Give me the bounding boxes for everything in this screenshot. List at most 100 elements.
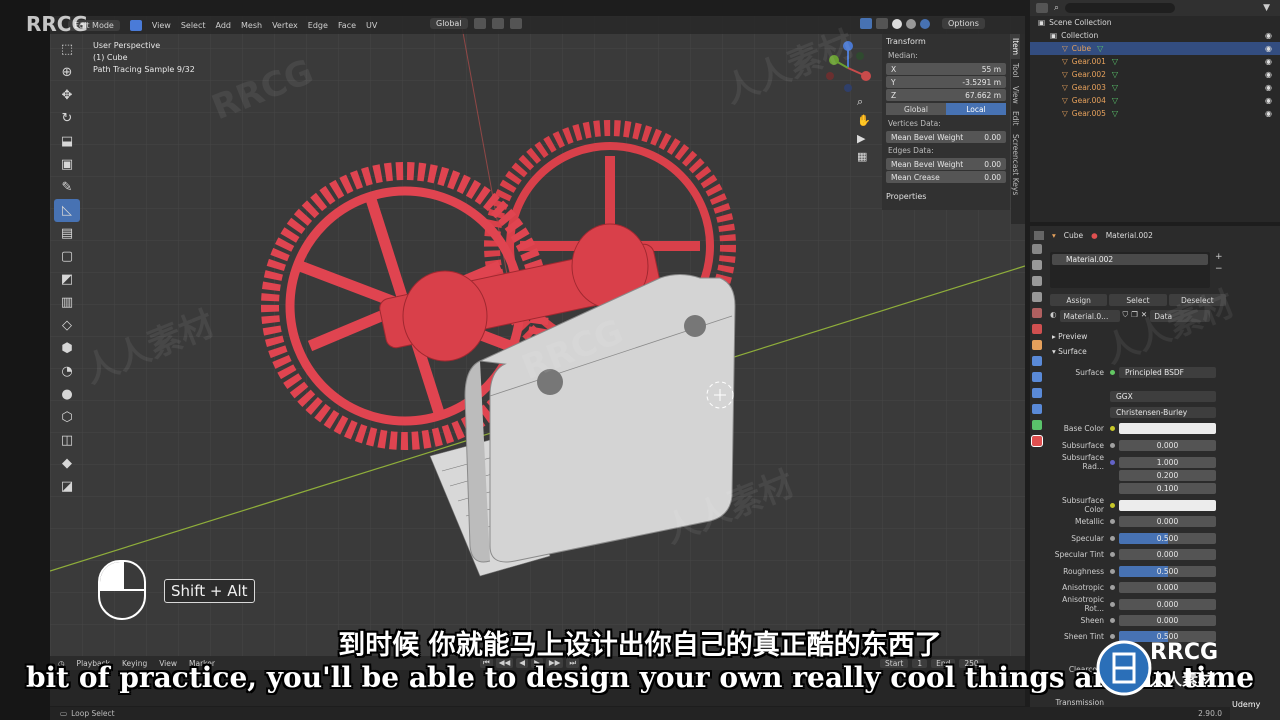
material-slot[interactable]: Material.002 bbox=[1052, 254, 1208, 265]
socket-dot-icon[interactable] bbox=[1110, 502, 1115, 508]
knife-icon[interactable]: ◇ bbox=[54, 314, 80, 337]
solid-shading-icon[interactable] bbox=[892, 18, 902, 29]
outliner-row[interactable]: ▽ Cube ▽ ◉ bbox=[1030, 42, 1280, 55]
tool-tab-icon[interactable] bbox=[1032, 244, 1042, 254]
value-slider[interactable]: 0.000 bbox=[1119, 548, 1216, 560]
inset-icon[interactable]: ▢ bbox=[54, 245, 80, 268]
material-browse-icon[interactable]: ◐ bbox=[1050, 310, 1057, 322]
material-tab-icon[interactable] bbox=[1031, 435, 1043, 447]
shear-icon[interactable]: ◆ bbox=[54, 452, 80, 475]
physics-tab-icon[interactable] bbox=[1032, 388, 1042, 398]
local-toggle[interactable]: Local bbox=[946, 103, 1006, 115]
value-slider[interactable]: 0.500 bbox=[1119, 532, 1216, 544]
measure-icon[interactable]: ◺ bbox=[54, 199, 80, 222]
proportional-edit-icon[interactable] bbox=[509, 18, 522, 29]
menu-add[interactable]: Add bbox=[216, 21, 232, 30]
transform-section-header[interactable]: Transform bbox=[882, 34, 1010, 49]
outliner-row[interactable]: ▽ Gear.004 ▽ ◉ bbox=[1030, 94, 1280, 107]
outliner-search-input[interactable] bbox=[1065, 3, 1176, 13]
outliner-row[interactable]: ▣ Collection ◉ bbox=[1030, 29, 1280, 42]
median-z-field[interactable]: Z 67.662 m bbox=[886, 89, 1006, 101]
overlays-icon[interactable] bbox=[860, 18, 872, 29]
vertex-select-mode-icon[interactable] bbox=[129, 19, 142, 31]
render-tab-icon[interactable] bbox=[1032, 260, 1042, 270]
visibility-eye-icon[interactable]: ◉ bbox=[1265, 57, 1272, 66]
tab-edit[interactable]: Edit bbox=[1011, 107, 1020, 130]
snap-icon[interactable] bbox=[491, 18, 504, 29]
xray-icon[interactable] bbox=[876, 18, 888, 29]
camera-icon[interactable]: ▶ bbox=[857, 132, 871, 145]
socket-dot-icon[interactable] bbox=[1110, 568, 1115, 574]
particles-tab-icon[interactable] bbox=[1032, 372, 1042, 382]
median-x-field[interactable]: X 55 m bbox=[886, 63, 1006, 75]
surface-shader-dropdown[interactable]: Principled BSDF bbox=[1119, 366, 1216, 378]
visibility-eye-icon[interactable]: ◉ bbox=[1265, 96, 1272, 105]
smooth-icon[interactable]: ● bbox=[54, 383, 80, 406]
rotate-icon[interactable]: ↻ bbox=[54, 107, 80, 130]
socket-dot-icon[interactable] bbox=[1110, 535, 1115, 541]
spin-icon[interactable]: ◔ bbox=[54, 360, 80, 383]
modifier-tab-icon[interactable] bbox=[1032, 356, 1042, 366]
menu-select[interactable]: Select bbox=[181, 21, 206, 30]
distribution-dropdown[interactable]: GGX bbox=[1110, 390, 1216, 402]
shrink-icon[interactable]: ◫ bbox=[54, 429, 80, 452]
visibility-eye-icon[interactable]: ◉ bbox=[1265, 83, 1272, 92]
outliner-row[interactable]: ▽ Gear.003 ▽ ◉ bbox=[1030, 81, 1280, 94]
select-icon[interactable]: ⬚ bbox=[54, 38, 80, 61]
annotate-icon[interactable]: ✎ bbox=[54, 176, 80, 199]
tab-item[interactable]: Item bbox=[1011, 34, 1020, 60]
visibility-eye-icon[interactable]: ◉ bbox=[1265, 31, 1272, 40]
menu-mesh[interactable]: Mesh bbox=[241, 21, 262, 30]
edge-mean-bevel-field[interactable]: Mean Bevel Weight 0.00 bbox=[886, 158, 1006, 170]
socket-dot-icon[interactable] bbox=[1110, 425, 1115, 431]
filter-icon[interactable]: ▼ bbox=[1263, 3, 1270, 13]
properties-section-header[interactable]: Properties bbox=[882, 189, 1010, 204]
socket-dot-icon[interactable] bbox=[1110, 584, 1115, 590]
pan-hand-icon[interactable]: ✋ bbox=[857, 114, 871, 127]
menu-face[interactable]: Face bbox=[338, 21, 356, 30]
outliner-row[interactable]: ▽ Gear.001 ▽ ◉ bbox=[1030, 55, 1280, 68]
socket-dot-icon[interactable] bbox=[1110, 459, 1115, 465]
output-tab-icon[interactable] bbox=[1032, 276, 1042, 286]
tab-view[interactable]: View bbox=[1011, 82, 1020, 108]
mean-crease-field[interactable]: Mean Crease 0.00 bbox=[886, 171, 1006, 183]
socket-dot-icon[interactable] bbox=[1110, 518, 1115, 524]
socket-dot-icon[interactable] bbox=[1110, 551, 1115, 557]
tab-screencast-keys[interactable]: Screencast Keys bbox=[1011, 130, 1020, 199]
value-slider[interactable]: 0.000 bbox=[1119, 439, 1216, 451]
outliner-row[interactable]: ▣ Scene Collection bbox=[1030, 16, 1280, 29]
loop-cut-icon[interactable]: ▥ bbox=[54, 291, 80, 314]
median-y-field[interactable]: Y -3.5291 m bbox=[886, 76, 1006, 88]
scene-tab-icon[interactable] bbox=[1032, 308, 1042, 318]
assign-button[interactable]: Assign bbox=[1050, 294, 1108, 306]
value-slider[interactable]: 0.000 bbox=[1119, 515, 1216, 527]
visibility-eye-icon[interactable]: ◉ bbox=[1265, 70, 1272, 79]
search-icon[interactable]: ⌕ bbox=[1054, 3, 1059, 13]
zoom-icon[interactable]: ⌕ bbox=[857, 95, 871, 109]
value-slider[interactable]: 0.000 bbox=[1119, 581, 1216, 593]
value-slider[interactable]: 0.100 bbox=[1119, 482, 1216, 494]
value-slider[interactable]: 1.000 bbox=[1119, 456, 1216, 468]
outliner-row[interactable]: ▽ Gear.005 ▽ ◉ bbox=[1030, 107, 1280, 120]
surface-panel-header[interactable]: ▾ Surface bbox=[1052, 347, 1087, 356]
options-dropdown[interactable]: Options bbox=[942, 18, 985, 29]
pivot-icon[interactable] bbox=[473, 18, 486, 29]
view-layer-tab-icon[interactable] bbox=[1032, 292, 1042, 302]
extrude-icon[interactable]: ▤ bbox=[54, 222, 80, 245]
menu-vertex[interactable]: Vertex bbox=[272, 21, 298, 30]
socket-dot-icon[interactable] bbox=[1110, 442, 1115, 448]
preview-panel-header[interactable]: ▸ Preview bbox=[1052, 332, 1087, 341]
tab-tool[interactable]: Tool bbox=[1011, 59, 1020, 82]
color-swatch[interactable] bbox=[1119, 499, 1216, 511]
color-swatch[interactable] bbox=[1119, 422, 1216, 434]
visibility-eye-icon[interactable]: ◉ bbox=[1265, 44, 1272, 53]
vertex-mean-bevel-field[interactable]: Mean Bevel Weight 0.00 bbox=[886, 131, 1006, 143]
transform-icon[interactable]: ▣ bbox=[54, 153, 80, 176]
add-slot-icon[interactable]: + bbox=[1215, 252, 1223, 262]
menu-edge[interactable]: Edge bbox=[308, 21, 328, 30]
global-toggle[interactable]: Global bbox=[886, 103, 946, 115]
editor-type-icon[interactable] bbox=[1034, 230, 1044, 240]
edge-slide-icon[interactable]: ⬡ bbox=[54, 406, 80, 429]
material-shading-icon[interactable] bbox=[906, 18, 916, 29]
remove-slot-icon[interactable]: − bbox=[1215, 264, 1223, 274]
